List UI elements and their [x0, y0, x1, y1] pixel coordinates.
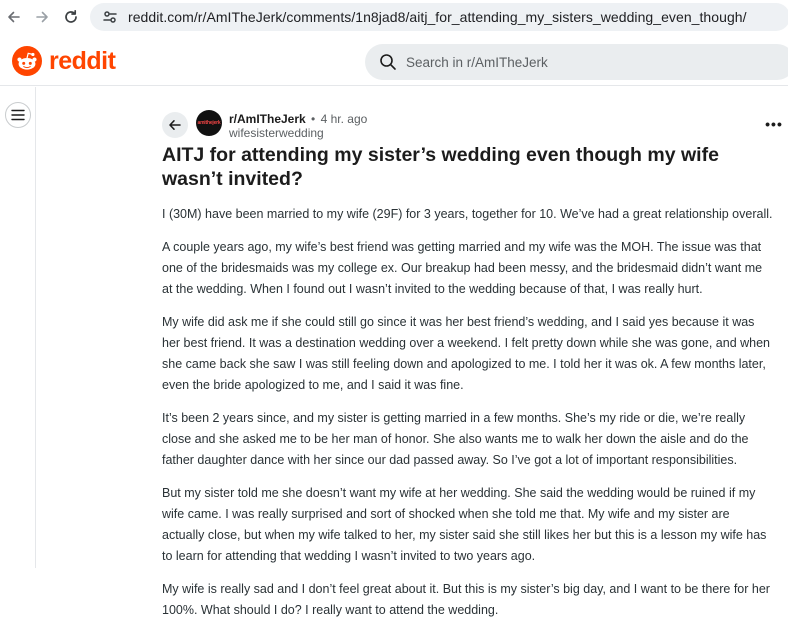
back-arrow-icon[interactable]	[0, 3, 28, 31]
site-header: reddit Search in r/AmITheJerk	[0, 38, 788, 86]
left-rail-divider	[35, 87, 36, 568]
post-paragraph: My wife is really sad and I don’t feel g…	[162, 582, 770, 617]
author-link[interactable]: wifesisterwedding	[229, 126, 324, 140]
post-time: 4 hr. ago	[320, 112, 368, 126]
post-paragraph: A couple years ago, my wife’s best frien…	[162, 240, 763, 296]
post-paragraph: But my sister told me she doesn’t want m…	[162, 486, 767, 563]
search-placeholder: Search in r/AmITheJerk	[406, 54, 548, 70]
reddit-wordmark: reddit	[49, 46, 116, 75]
address-bar[interactable]: reddit.com/r/AmITheJerk/comments/1n8jad8…	[90, 3, 788, 31]
post-paragraph: It’s been 2 years since, and my sister i…	[162, 411, 749, 467]
menu-toggle-button[interactable]	[5, 102, 31, 128]
back-arrow-icon	[169, 120, 181, 130]
url-text[interactable]: reddit.com/r/AmITheJerk/comments/1n8jad8…	[128, 9, 747, 25]
reload-icon[interactable]	[57, 3, 85, 31]
search-input[interactable]: Search in r/AmITheJerk	[365, 44, 788, 80]
search-icon	[380, 54, 396, 70]
hamburger-icon	[11, 109, 25, 121]
post-paragraph: My wife did ask me if she could still go…	[162, 315, 771, 392]
avatar-text: amithejerk	[197, 120, 221, 126]
back-button[interactable]	[162, 112, 188, 138]
meta-separator: •	[311, 112, 316, 126]
browser-toolbar: reddit.com/r/AmITheJerk/comments/1n8jad8…	[0, 0, 788, 34]
reddit-logo[interactable]: reddit	[12, 46, 116, 76]
subreddit-avatar[interactable]: amithejerk	[196, 110, 222, 136]
post-body: I (30M) have been married to my wife (29…	[162, 204, 774, 633]
post-meta: r/AmITheJerk • 4 hr. ago	[229, 112, 367, 126]
post-paragraph: I (30M) have been married to my wife (29…	[162, 207, 773, 221]
forward-arrow-icon[interactable]	[28, 3, 56, 31]
post-title: AITJ for attending my sister’s wedding e…	[162, 144, 719, 190]
more-options-button[interactable]: •••	[764, 116, 784, 132]
reddit-snoo-icon	[12, 46, 42, 76]
site-settings-icon[interactable]	[98, 5, 122, 29]
subreddit-link[interactable]: r/AmITheJerk	[229, 112, 306, 126]
